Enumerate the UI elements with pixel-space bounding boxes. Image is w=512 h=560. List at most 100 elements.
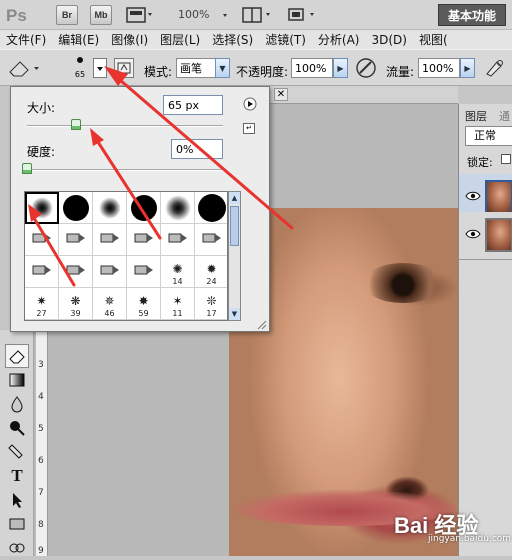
tool-preset-eraser-icon[interactable] (6, 58, 42, 78)
brush-preset-2[interactable] (93, 192, 127, 224)
dodge-tool-icon[interactable] (5, 416, 29, 440)
mode-dropdown-icon[interactable]: ▼ (215, 58, 230, 78)
preset-scrollbar[interactable]: ▲ ▼ (228, 191, 241, 321)
brush-preset-19[interactable]: ❋ 39 (59, 288, 93, 320)
scatter-brush-icon: ✶ (172, 293, 183, 308)
brush-preset-21[interactable]: ✸ 59 (127, 288, 161, 320)
menu-select[interactable]: 选择(S) (206, 31, 259, 48)
type-tool-icon[interactable]: T (5, 464, 29, 488)
brush-preset-20[interactable]: ✵ 46 (93, 288, 127, 320)
blur-tool-icon[interactable] (5, 392, 29, 416)
brush-picker-dropdown[interactable] (93, 58, 107, 78)
hardness-slider-thumb[interactable] (22, 163, 32, 174)
resize-grip-icon[interactable] (257, 319, 267, 330)
brush-preset-4[interactable] (161, 192, 195, 224)
menu-filter[interactable]: 滤镜(T) (259, 31, 312, 48)
zoom-level[interactable]: 100% (178, 8, 209, 21)
view-extras-icon[interactable] (126, 6, 156, 24)
hardness-label: 硬度: (27, 145, 56, 159)
flow-slider-icon[interactable]: ▶ (460, 58, 475, 78)
brush-preset-9[interactable] (127, 224, 161, 256)
visibility-eye-icon[interactable] (465, 190, 481, 205)
picker-menu-icon[interactable] (243, 97, 257, 111)
hardness-input[interactable]: 0% (171, 139, 223, 159)
blend-mode-select[interactable]: 正常 (465, 126, 512, 146)
menu-3d[interactable]: 3D(D) (365, 33, 412, 47)
channels-tab[interactable]: 通 (499, 108, 510, 124)
flow-input[interactable]: 100% (418, 58, 460, 78)
brush-size-number: 17 (206, 309, 217, 318)
brush-preset-23[interactable]: ❊ 17 (195, 288, 227, 320)
brush-preset-8[interactable] (93, 224, 127, 256)
rectangle-tool-icon[interactable] (5, 512, 29, 536)
visibility-eye-icon[interactable] (465, 228, 481, 243)
zoom-dropdown-icon[interactable] (220, 6, 234, 24)
pen-tool-icon[interactable] (5, 440, 29, 464)
brush-preview-icon[interactable]: 65 (70, 53, 90, 83)
photo-eye (363, 263, 443, 303)
brush-preset-15[interactable] (127, 256, 161, 288)
lock-transparency-icon[interactable] (501, 154, 511, 164)
erase-to-history-icon[interactable] (482, 57, 506, 79)
size-slider-track[interactable] (27, 125, 223, 127)
screen-mode-icon[interactable] (286, 6, 320, 24)
brush-preset-14[interactable] (93, 256, 127, 288)
watermark-url: jingyan.baidu.com (428, 534, 512, 544)
ruler-mark: 4 (38, 392, 44, 402)
airbrush-icon[interactable] (354, 57, 378, 79)
brush-preset-0[interactable] (25, 192, 59, 224)
brush-preset-17[interactable]: ✹ 24 (195, 256, 227, 288)
layers-tab[interactable]: 图层 (465, 108, 487, 124)
brush-preset-22[interactable]: ✶ 11 (161, 288, 195, 320)
brush-preset-11[interactable] (195, 224, 227, 256)
brush-preset-13[interactable] (59, 256, 93, 288)
brush-panel-toggle-icon[interactable] (114, 58, 134, 78)
brush-preset-1[interactable] (59, 192, 93, 224)
gradient-tool-icon[interactable] (5, 368, 29, 392)
hard-round-brush-icon (62, 194, 89, 221)
scroll-down-icon[interactable]: ▼ (229, 308, 240, 320)
path-selection-tool-icon[interactable] (5, 488, 29, 512)
brush-size-number: 11 (172, 309, 183, 318)
brush-preset-18[interactable]: ✷ 27 (25, 288, 59, 320)
layer-row-2[interactable] (459, 212, 512, 260)
close-document-icon[interactable]: ✕ (274, 88, 288, 101)
brush-preset-7[interactable] (59, 224, 93, 256)
menu-layer[interactable]: 图层(L) (154, 31, 206, 48)
brush-preset-10[interactable] (161, 224, 195, 256)
brush-preset-3[interactable] (127, 192, 161, 224)
new-preset-icon[interactable]: ↵ (243, 123, 255, 134)
size-slider-thumb[interactable] (71, 119, 81, 130)
soft-round-brush-icon (164, 194, 191, 221)
menu-edit[interactable]: 编辑(E) (52, 31, 105, 48)
lock-label: 锁定: (467, 156, 493, 169)
mini-bridge-button[interactable]: Mb (90, 5, 112, 25)
eraser-tool-icon[interactable] (5, 344, 29, 368)
scroll-up-icon[interactable]: ▲ (229, 192, 240, 204)
opacity-input[interactable]: 100% (291, 58, 333, 78)
size-input[interactable]: 65 px (163, 95, 223, 115)
brush-preset-5[interactable] (195, 192, 227, 224)
menu-view[interactable]: 视图( (413, 31, 454, 48)
3d-tool-icon[interactable] (5, 536, 29, 560)
brush-preset-16[interactable]: ✺ 14 (161, 256, 195, 288)
arrange-documents-icon[interactable] (242, 6, 276, 24)
workspace-switcher-button[interactable]: 基本功能 (438, 4, 506, 26)
brush-preset-grid: ✺ 14 ✹ 24 ✷ 27 ❋ 39 ✵ 46 ✸ 59 ✶ 11 ❊ 17 (24, 191, 228, 321)
ruler-mark: 8 (38, 520, 44, 530)
tip-brush-icon (167, 232, 189, 247)
application-bar: Ps Br Mb 100% 基本功能 (0, 0, 512, 30)
scroll-thumb[interactable] (230, 206, 239, 246)
menu-image[interactable]: 图像(I) (105, 31, 154, 48)
bridge-button[interactable]: Br (56, 5, 78, 25)
menu-file[interactable]: 文件(F) (0, 31, 52, 48)
tip-brush-icon (133, 264, 155, 279)
menu-analysis[interactable]: 分析(A) (312, 31, 366, 48)
opacity-slider-icon[interactable]: ▶ (333, 58, 348, 78)
mode-select[interactable]: 画笔 (176, 58, 216, 78)
tip-brush-icon (99, 264, 121, 279)
brush-preset-12[interactable] (25, 256, 59, 288)
hardness-slider-track[interactable] (27, 169, 223, 171)
brush-preset-6[interactable] (25, 224, 59, 256)
size-label: 大小: (27, 101, 56, 115)
